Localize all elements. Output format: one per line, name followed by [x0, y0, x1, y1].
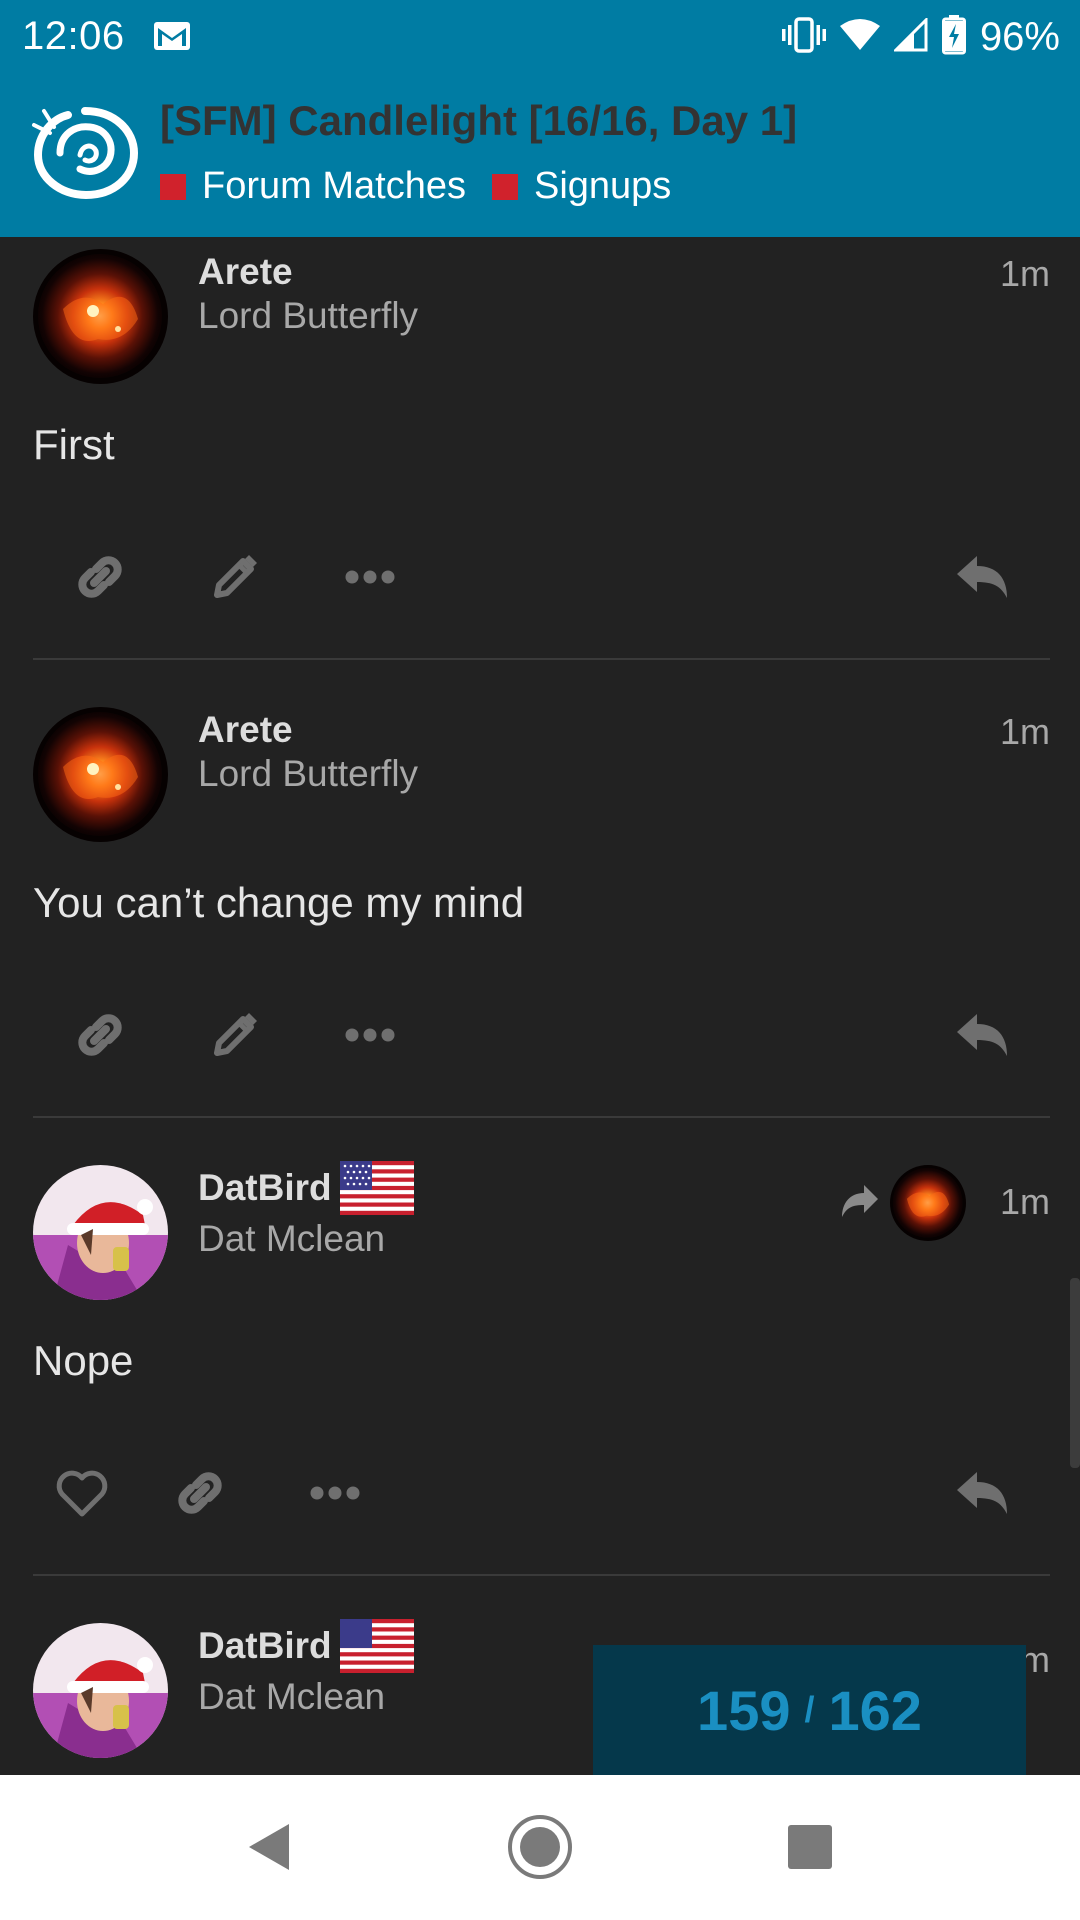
- reply-icon[interactable]: [942, 537, 1022, 617]
- status-icons: 96%: [781, 12, 1060, 62]
- gmail-icon: [152, 20, 192, 57]
- more-icon[interactable]: [330, 995, 410, 1075]
- post-age[interactable]: 1m: [1000, 711, 1050, 753]
- battery-charging-icon: [941, 14, 966, 60]
- post-fullname: Dat Mclean: [198, 1676, 386, 1717]
- status-time: 12:06: [22, 14, 125, 58]
- progress-separator: /: [804, 1689, 815, 1730]
- post-username[interactable]: DatBird: [198, 1625, 332, 1667]
- home-icon[interactable]: [490, 1797, 590, 1897]
- category-signups[interactable]: Signups: [491, 165, 672, 208]
- progress-current: 159: [697, 1678, 791, 1742]
- post-divider: [33, 1116, 1050, 1118]
- post: Arete Lord Butterfly 1m First: [0, 237, 1080, 660]
- like-icon[interactable]: [42, 1453, 122, 1533]
- back-icon[interactable]: [218, 1797, 318, 1897]
- category-forum-matches[interactable]: Forum Matches: [160, 165, 466, 208]
- avatar[interactable]: [33, 1165, 168, 1300]
- category-label: Signups: [533, 165, 672, 207]
- progress-total: 162: [828, 1678, 922, 1742]
- avatar[interactable]: [33, 1623, 168, 1758]
- post-fullname: Lord Butterfly: [198, 753, 419, 794]
- topic-progress[interactable]: 159 / 162: [593, 1645, 1026, 1775]
- link-icon[interactable]: [160, 1453, 240, 1533]
- post-body: First: [33, 421, 115, 468]
- topic-categories: Forum Matches Signups: [160, 165, 697, 208]
- reply-to-arrow-icon: [838, 1183, 882, 1224]
- navigation-bar: [0, 1775, 1080, 1920]
- reply-icon[interactable]: [942, 1453, 1022, 1533]
- edit-icon[interactable]: [195, 537, 275, 617]
- category-label: Forum Matches: [202, 165, 466, 207]
- avatar[interactable]: [33, 249, 168, 384]
- reply-to-indicator[interactable]: [838, 1165, 966, 1241]
- link-icon[interactable]: [60, 995, 140, 1075]
- post-body: Nope: [33, 1337, 134, 1384]
- scrollbar[interactable]: [1070, 1278, 1080, 1468]
- post-age[interactable]: 1m: [1000, 253, 1050, 295]
- category-color-square: [160, 173, 186, 200]
- battery-percent: 96%: [979, 14, 1060, 59]
- wifi-icon: [839, 18, 880, 57]
- edit-icon[interactable]: [195, 995, 275, 1075]
- post-fullname: Dat Mclean: [198, 1218, 386, 1259]
- post-username[interactable]: Arete: [198, 251, 293, 293]
- signal-icon: [892, 15, 928, 57]
- avatar[interactable]: [33, 707, 168, 842]
- post-divider: [33, 658, 1050, 660]
- post-fullname: Lord Butterfly: [198, 295, 419, 336]
- vibrate-icon: [781, 16, 826, 58]
- category-color-square: [491, 173, 518, 200]
- us-flag-icon: [340, 1161, 414, 1220]
- more-icon[interactable]: [295, 1453, 375, 1533]
- post-divider: [33, 1574, 1050, 1576]
- more-icon[interactable]: [330, 537, 410, 617]
- recents-icon[interactable]: [760, 1797, 860, 1897]
- app-root: { "status_bar": { "time": "12:06", "batt…: [0, 0, 1080, 1920]
- topic-header: [SFM] Candlelight [16/16, Day 1] Forum M…: [0, 73, 1080, 237]
- post-username[interactable]: DatBird: [198, 1167, 332, 1209]
- reply-icon[interactable]: [942, 995, 1022, 1075]
- link-icon[interactable]: [60, 537, 140, 617]
- post-age[interactable]: 1m: [1000, 1181, 1050, 1223]
- post: Arete Lord Butterfly 1m You can’t change…: [0, 695, 1080, 1118]
- post-body: You can’t change my mind: [33, 879, 525, 926]
- reply-to-avatar: [890, 1165, 966, 1241]
- post: DatBird Dat Mclean 1m Nope: [0, 1153, 1080, 1576]
- site-logo-icon[interactable]: [30, 103, 140, 208]
- us-flag-icon: [340, 1619, 414, 1678]
- topic-title[interactable]: [SFM] Candlelight [16/16, Day 1]: [160, 97, 1060, 145]
- status-bar: 12:06 96%: [0, 0, 1080, 73]
- post-username[interactable]: Arete: [198, 709, 293, 751]
